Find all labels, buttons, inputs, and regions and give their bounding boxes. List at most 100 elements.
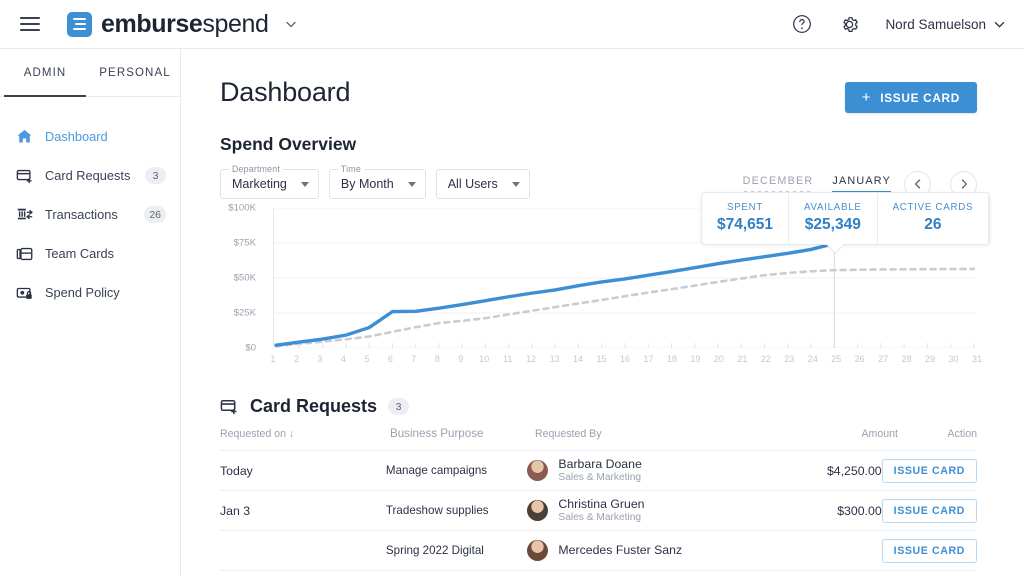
- hamburger-icon[interactable]: [20, 17, 40, 31]
- card-requests-count: 3: [388, 398, 409, 415]
- chart-x-tick: 5: [364, 354, 369, 364]
- requester-dept: Sales & Marketing: [558, 511, 644, 524]
- stat-spent-value: $74,651: [717, 216, 773, 234]
- main-content: Dashboard + ISSUE CARD Spend Overview De…: [181, 49, 1024, 576]
- home-icon: [15, 127, 34, 146]
- column-business-purpose: Business Purpose: [390, 427, 535, 440]
- users-select-value: All Users: [448, 177, 498, 191]
- cell-requested-by: Christina GruenSales & Marketing: [527, 497, 750, 524]
- page-title: Dashboard: [220, 77, 350, 108]
- avatar: [527, 500, 548, 521]
- sidebar-nav: Dashboard Card Requests 3 Transactions 2…: [0, 97, 180, 312]
- chart-x-tick: 13: [550, 354, 560, 364]
- cell-requested-by: Mercedes Fuster Sanz: [527, 540, 750, 561]
- stat-spent-label: SPENT: [717, 202, 773, 213]
- chevron-down-icon: [408, 182, 416, 187]
- users-select[interactable]: All Users: [436, 169, 530, 199]
- chart-x-tick: 4: [341, 354, 346, 364]
- cell-requested-on: Jan 3: [220, 504, 386, 518]
- month-december[interactable]: DECEMBER: [743, 175, 814, 194]
- stat-active-cards-value: 26: [893, 216, 974, 234]
- sidebar-badge: 3: [145, 167, 166, 184]
- cell-action: ISSUE CARD: [882, 539, 977, 563]
- time-select[interactable]: Time By Month: [329, 169, 426, 199]
- table-header-row: Requested on ↓ Business Purpose Requeste…: [220, 417, 977, 451]
- user-menu[interactable]: Nord Samuelson: [885, 17, 1006, 32]
- avatar: [527, 460, 548, 481]
- chart-y-tick: $0: [220, 343, 256, 354]
- chart-x-tick: 20: [714, 354, 724, 364]
- emburse-logo-icon: [67, 12, 92, 37]
- department-select-legend: Department: [229, 164, 283, 174]
- chart-y-tick: $100K: [220, 203, 256, 214]
- sidebar-item-label: Spend Policy: [45, 285, 166, 300]
- tab-personal-label: PERSONAL: [99, 67, 170, 79]
- stat-available-value: $25,349: [804, 216, 862, 234]
- month-january-label: JANUARY: [832, 175, 891, 187]
- row-issue-card-button[interactable]: ISSUE CARD: [882, 539, 977, 563]
- card-requests-title: Card Requests: [250, 396, 377, 417]
- top-bar: embursespend Nord Samuelson: [0, 0, 1024, 49]
- requester-dept: Sales & Marketing: [558, 471, 641, 484]
- time-select-legend: Time: [338, 164, 364, 174]
- stacked-cards-icon: [15, 244, 34, 263]
- chart-x-tick: 31: [972, 354, 982, 364]
- chart-series-current: [276, 243, 834, 345]
- help-circle-icon[interactable]: [791, 13, 813, 35]
- row-issue-card-button[interactable]: ISSUE CARD: [882, 459, 977, 483]
- chevron-down-icon: [301, 182, 309, 187]
- column-amount: Amount: [763, 428, 898, 440]
- cell-amount: $4,250.00: [750, 464, 882, 478]
- cell-amount: $300.00: [750, 504, 882, 518]
- sidebar-item-label: Transactions: [45, 207, 133, 222]
- table-row[interactable]: Spring 2022 DigitalMercedes Fuster Sanz I…: [220, 531, 977, 571]
- tab-admin-label: ADMIN: [24, 67, 67, 79]
- sidebar-item-team-cards[interactable]: Team Cards: [0, 234, 180, 273]
- chart-y-tick: $75K: [220, 238, 256, 249]
- brand-logo[interactable]: embursespend: [67, 10, 298, 39]
- cell-requested-by: Barbara DoaneSales & Marketing: [527, 457, 750, 484]
- chart-x-tick: 26: [855, 354, 865, 364]
- brand-text: embursespend: [101, 10, 269, 39]
- chart-x-tick: 8: [435, 354, 440, 364]
- sidebar-item-label: Team Cards: [45, 246, 166, 261]
- sidebar-tabs: ADMIN PERSONAL: [0, 49, 180, 97]
- chevron-down-icon: [993, 18, 1006, 31]
- chart-x-tick: 28: [902, 354, 912, 364]
- page-header: Dashboard + ISSUE CARD: [181, 49, 1024, 113]
- tab-admin[interactable]: ADMIN: [0, 49, 90, 96]
- column-requested-by: Requested By: [535, 428, 763, 440]
- requester-info: Barbara DoaneSales & Marketing: [558, 457, 641, 484]
- chart-x-tick: 17: [643, 354, 653, 364]
- chart-x-tick: 23: [784, 354, 794, 364]
- table-body: TodayManage campaignsBarbara DoaneSales …: [220, 451, 977, 571]
- row-issue-card-button[interactable]: ISSUE CARD: [882, 499, 977, 523]
- chart-x-tick: 14: [573, 354, 583, 364]
- table-row[interactable]: TodayManage campaignsBarbara DoaneSales …: [220, 451, 977, 491]
- cell-business-purpose: Manage campaigns: [386, 464, 528, 477]
- column-action: Action: [898, 428, 977, 440]
- department-select[interactable]: Department Marketing: [220, 169, 319, 199]
- chevron-down-icon[interactable]: [284, 17, 298, 31]
- chart-x-tick: 11: [503, 354, 512, 364]
- table-row[interactable]: Jan 3Tradeshow suppliesChristina GruenSa…: [220, 491, 977, 531]
- chart-x-tick: 25: [831, 354, 841, 364]
- sidebar-item-spend-policy[interactable]: Spend Policy: [0, 273, 180, 312]
- stat-available-label: AVAILABLE: [804, 202, 862, 213]
- chart-x-tick: 6: [388, 354, 393, 364]
- column-requested-on[interactable]: Requested on ↓: [220, 428, 390, 440]
- chevron-left-icon: [912, 178, 924, 190]
- chart-y-tick: $25K: [220, 308, 256, 319]
- sidebar-item-dashboard[interactable]: Dashboard: [0, 117, 180, 156]
- app-root: embursespend Nord Samuelson ADMIN PERSON…: [0, 0, 1024, 576]
- cell-business-purpose: Spring 2022 Digital: [386, 544, 528, 557]
- month-january[interactable]: JANUARY: [832, 175, 891, 194]
- sidebar-item-transactions[interactable]: Transactions 26: [0, 195, 180, 234]
- tab-personal[interactable]: PERSONAL: [90, 49, 180, 96]
- issue-card-button[interactable]: + ISSUE CARD: [845, 82, 977, 113]
- chevron-down-icon: [512, 182, 520, 187]
- gear-icon[interactable]: [838, 13, 860, 35]
- chart-x-tick: 29: [925, 354, 935, 364]
- requester-info: Christina GruenSales & Marketing: [558, 497, 644, 524]
- sidebar-item-card-requests[interactable]: Card Requests 3: [0, 156, 180, 195]
